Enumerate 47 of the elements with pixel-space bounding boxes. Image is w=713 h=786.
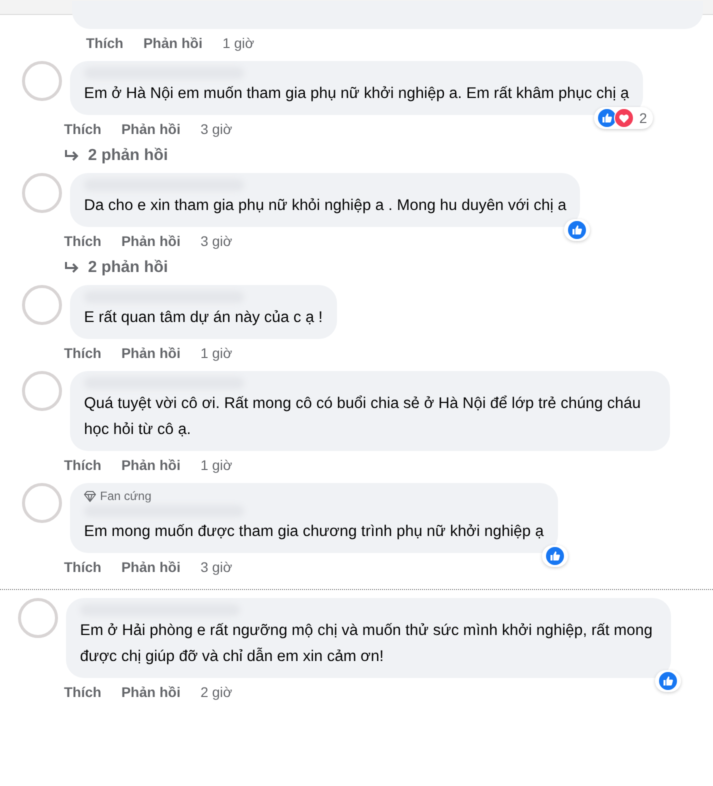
reply-link[interactable]: Phản hồi: [143, 35, 202, 51]
comment-time: 3 giờ: [200, 121, 232, 137]
avatar[interactable]: [22, 371, 62, 411]
comment-time: 1 giờ: [222, 35, 254, 51]
like-link[interactable]: Thích: [86, 35, 124, 51]
view-replies-link[interactable]: 2 phản hồi: [88, 259, 168, 277]
reply-link[interactable]: Phản hồi: [121, 233, 180, 249]
avatar[interactable]: [22, 483, 62, 523]
reaction-summary[interactable]: [564, 219, 590, 241]
comment-time: 1 giờ: [200, 345, 232, 361]
comment-time: 3 giờ: [200, 559, 232, 575]
reply-link[interactable]: Phản hồi: [121, 559, 180, 575]
reaction-summary[interactable]: [542, 545, 568, 567]
comment-text: E rất quan tâm dự án này của c ạ !: [84, 308, 323, 328]
like-link[interactable]: Thích: [64, 559, 102, 575]
reply-link[interactable]: Phản hồi: [121, 345, 180, 361]
heart-reaction-icon: [614, 108, 634, 128]
like-link[interactable]: Thích: [64, 233, 102, 249]
comment-time: 3 giờ: [200, 233, 232, 249]
like-link[interactable]: Thích: [64, 121, 102, 137]
badge-label: Fan cứng: [100, 489, 152, 503]
comment-time: 2 giờ: [200, 684, 232, 700]
like-link[interactable]: Thích: [64, 457, 102, 473]
comment-text: Da cho e xin tham gia phụ nữ khỏi nghiệp a . Mong hu duyên với chị a: [84, 196, 566, 216]
avatar[interactable]: [22, 61, 62, 101]
reply-link[interactable]: Phản hồi: [121, 457, 180, 473]
reply-arrow-icon: [64, 149, 80, 163]
avatar[interactable]: [22, 285, 62, 325]
comment-time: 1 giờ: [200, 457, 232, 473]
diamond-icon: [84, 490, 96, 502]
reaction-summary[interactable]: [655, 670, 681, 692]
reply-arrow-icon: [64, 261, 80, 275]
like-reaction-icon: [658, 671, 678, 691]
comment-text: Em ở Hải phòng e rất ngưỡng mộ chị và muốn thử sức mình khởi nghiệp, rất mong được chị giúp đỡ và chỉ dẫn em xin cảm ơn!: [80, 621, 654, 667]
like-reaction-icon: [544, 546, 565, 566]
avatar[interactable]: [18, 598, 58, 638]
avatar[interactable]: [22, 173, 62, 213]
reaction-summary[interactable]: 2: [594, 107, 654, 129]
like-reaction-icon: [567, 220, 588, 240]
like-link[interactable]: Thích: [64, 684, 102, 700]
view-replies-link[interactable]: 2 phản hồi: [88, 147, 168, 165]
comment-text: Em mong muốn được tham gia chương trình phụ nữ khởi nghiệp ạ: [84, 522, 544, 542]
comment-text: Quá tuyệt vời cô ơi. Rất mong cô có buổi chia sẻ ở Hà Nội để lớp trẻ chúng cháu học hỏi từ cô ạ.: [84, 394, 642, 440]
comment-text: Em ở Hà Nội em muốn tham gia phụ nữ khởi nghiệp a. Em rất khâm phục chị ạ: [84, 84, 630, 104]
reply-link[interactable]: Phản hồi: [121, 684, 180, 700]
reply-link[interactable]: Phản hồi: [121, 121, 180, 137]
like-link[interactable]: Thích: [64, 345, 102, 361]
